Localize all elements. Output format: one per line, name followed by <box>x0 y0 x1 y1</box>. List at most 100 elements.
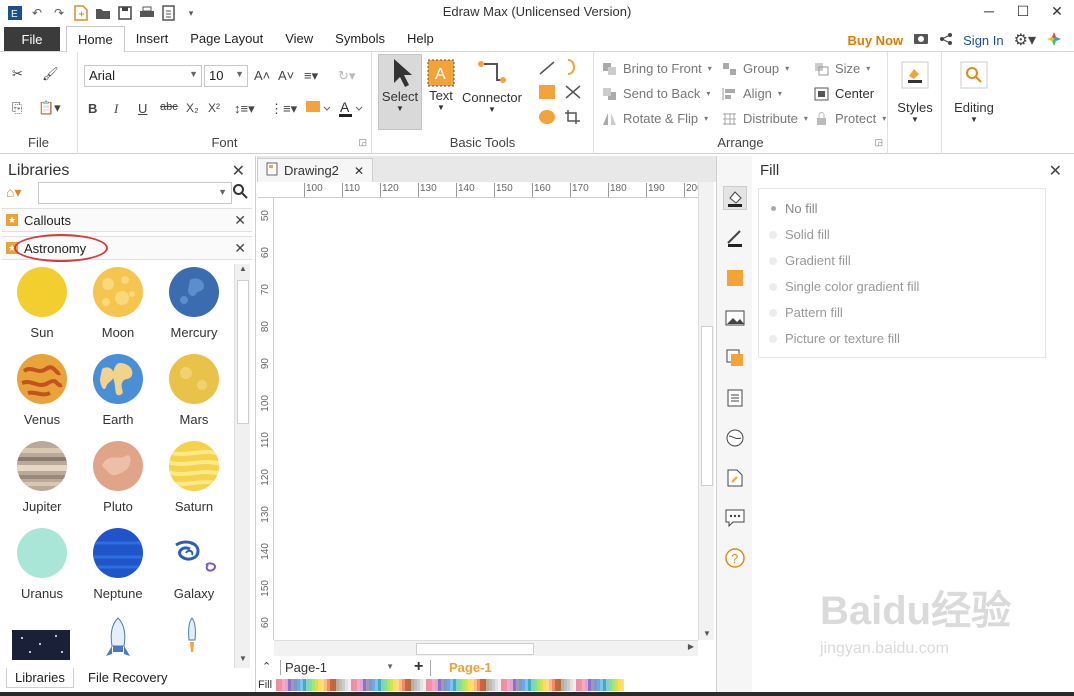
libraries-close-icon[interactable]: ✕ <box>232 161 245 181</box>
minimize-icon[interactable]: ─ <box>972 0 1006 22</box>
editing-button[interactable]: Editing ▼ <box>946 60 1002 124</box>
cross-tool-icon[interactable] <box>564 84 582 100</box>
export-icon[interactable] <box>160 4 178 22</box>
collapse-up-icon[interactable]: ⌃ <box>262 660 271 673</box>
hyperlink-panel-icon[interactable] <box>723 426 747 450</box>
fill-option-no-fill[interactable]: No fill <box>769 201 818 216</box>
line-panel-icon[interactable] <box>723 226 747 250</box>
attachment-panel-icon[interactable] <box>723 466 747 490</box>
share-icon[interactable] <box>939 32 953 49</box>
arc-tool-icon[interactable] <box>564 58 580 76</box>
sign-in-link[interactable]: Sign In <box>963 33 1003 48</box>
close-category-icon[interactable]: ✕ <box>234 212 246 229</box>
undo-icon[interactable]: ↶ <box>28 4 46 22</box>
open-file-icon[interactable] <box>94 4 112 22</box>
tab-insert[interactable]: Insert <box>125 26 180 52</box>
shape-space-image[interactable] <box>12 630 70 663</box>
shrink-font-icon[interactable]: A˅ <box>278 68 294 83</box>
size-button[interactable]: Size ▾ <box>814 61 870 76</box>
shape-sun[interactable]: Sun <box>4 266 80 340</box>
file-menu-button[interactable]: File <box>4 27 60 51</box>
scroll-right-icon[interactable]: ▶ <box>688 642 694 651</box>
fill-panel-icon[interactable] <box>723 186 747 210</box>
close-category-icon[interactable]: ✕ <box>234 240 246 257</box>
shape-missile[interactable] <box>182 616 202 671</box>
font-family-select[interactable]: Arial ▼ <box>84 65 202 87</box>
new-file-icon[interactable] <box>72 4 90 22</box>
shape-saturn[interactable]: Saturn <box>156 440 232 514</box>
print-icon[interactable] <box>138 4 156 22</box>
shape-neptune[interactable]: Neptune <box>80 527 156 601</box>
text-tool-button[interactable]: A Text ▼ <box>424 58 458 112</box>
page-select[interactable]: Page-1 ▼ <box>280 660 398 675</box>
libraries-scrollbar[interactable]: ▲ ▼ <box>234 264 250 668</box>
theme-icon[interactable] <box>1046 31 1062 50</box>
copy-icon[interactable]: ⎘ <box>12 100 22 116</box>
cut-icon[interactable]: ✂ <box>12 66 23 82</box>
color-swatch[interactable] <box>621 679 625 691</box>
shape-jupiter[interactable]: Jupiter <box>4 440 80 514</box>
shape-moon[interactable]: Moon <box>80 266 156 340</box>
color-swatches[interactable] <box>276 679 625 691</box>
shape-rocket[interactable] <box>104 616 132 669</box>
underline-icon[interactable]: U <box>138 101 147 116</box>
group-button[interactable]: Group ▾ <box>722 61 789 76</box>
bold-icon[interactable]: B <box>88 101 97 116</box>
shape-uranus[interactable]: Uranus <box>4 527 80 601</box>
settings-gear-icon[interactable]: ⚙▾ <box>1014 30 1036 50</box>
crop-tool-icon[interactable] <box>564 109 582 125</box>
layer-panel-icon[interactable] <box>723 346 747 370</box>
canvas-vertical-scrollbar[interactable]: ▼ <box>698 182 714 640</box>
shape-mars[interactable]: Mars <box>156 353 232 427</box>
tab-view[interactable]: View <box>274 26 324 52</box>
shadow-panel-icon[interactable] <box>723 266 747 290</box>
close-icon[interactable]: ✕ <box>1040 0 1074 22</box>
fill-panel-close-icon[interactable]: ✕ <box>1049 161 1062 181</box>
protect-button[interactable]: Protect ▾ <box>814 111 886 126</box>
tab-file-recovery[interactable]: File Recovery <box>88 670 167 685</box>
buy-now-link[interactable]: Buy Now <box>848 33 904 48</box>
ellipse-tool-icon[interactable] <box>538 109 556 125</box>
line-spacing-icon[interactable]: ↕≡▾ <box>234 101 255 117</box>
page-panel-icon[interactable] <box>723 386 747 410</box>
bring-to-front-button[interactable]: Bring to Front ▾ <box>602 61 712 76</box>
italic-icon[interactable]: I <box>114 101 118 117</box>
document-tab[interactable]: Drawing2 ✕ <box>257 158 373 182</box>
font-dialog-launcher-icon[interactable]: ◲ <box>358 137 367 148</box>
scroll-down-icon[interactable]: ▼ <box>699 629 715 638</box>
bullets-icon[interactable]: ⋮≡▾ <box>270 101 297 117</box>
library-category-callouts[interactable]: ★ Callouts ✕ <box>2 208 252 232</box>
superscript-icon[interactable]: X² <box>208 101 220 115</box>
close-tab-icon[interactable]: ✕ <box>354 164 364 178</box>
select-tool-button[interactable]: Select ▼ <box>378 54 422 130</box>
shape-mercury[interactable]: Mercury <box>156 266 232 340</box>
page-select-dropdown-icon[interactable]: ▼ <box>386 662 394 671</box>
rotate-flip-button[interactable]: Rotate & Flip ▾ <box>602 111 708 126</box>
fill-option-single-color-gradient[interactable]: Single color gradient fill <box>769 279 919 294</box>
library-search-input[interactable]: ▼ <box>38 182 232 204</box>
active-page-tab[interactable]: Page-1 <box>449 660 492 675</box>
fill-option-picture[interactable]: Picture or texture fill <box>769 331 900 346</box>
shape-pluto[interactable]: Pluto <box>80 440 156 514</box>
rectangle-tool-icon[interactable] <box>538 84 556 100</box>
customize-dropdown-icon[interactable]: ▾ <box>182 4 200 22</box>
strikethrough-icon[interactable]: abc <box>160 101 178 113</box>
send-to-back-button[interactable]: Send to Back ▾ <box>602 86 710 101</box>
help-icon[interactable]: ? <box>723 546 747 570</box>
image-panel-icon[interactable] <box>723 306 747 330</box>
format-painter-icon[interactable]: 🖌 <box>42 66 59 82</box>
connector-tool-button[interactable]: Connector ▼ <box>460 58 524 114</box>
scrollbar-thumb[interactable] <box>237 280 249 424</box>
tab-symbols[interactable]: Symbols <box>324 26 396 52</box>
text-direction-icon[interactable]: ↻▾ <box>338 68 355 84</box>
fill-option-pattern[interactable]: Pattern fill <box>769 305 843 320</box>
canvas-horizontal-scrollbar[interactable]: ▶ <box>274 640 698 656</box>
tab-page-layout[interactable]: Page Layout <box>179 26 274 52</box>
cart-icon[interactable] <box>913 32 929 49</box>
center-button[interactable]: Center <box>814 86 874 101</box>
highlight-icon[interactable] <box>304 99 330 117</box>
line-tool-icon[interactable] <box>538 60 556 76</box>
shape-venus[interactable]: Venus <box>4 353 80 427</box>
search-dropdown-icon[interactable]: ▼ <box>218 187 227 197</box>
scrollbar-thumb[interactable] <box>416 643 534 655</box>
